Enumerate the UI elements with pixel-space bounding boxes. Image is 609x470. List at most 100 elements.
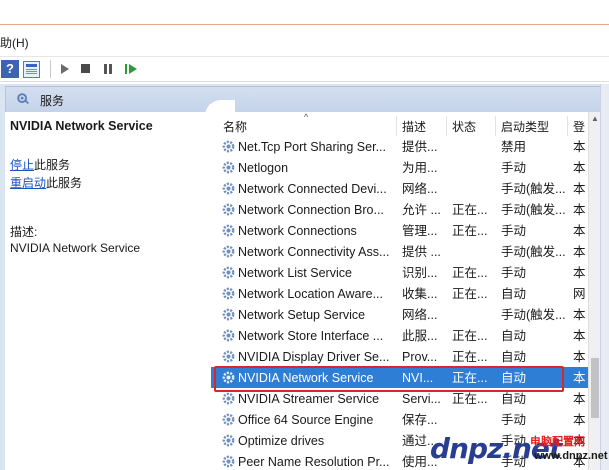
- service-startup-type-cell: 自动: [501, 287, 527, 301]
- service-gear-icon: [222, 182, 235, 195]
- service-row[interactable]: Netlogon 为用... 手动本: [211, 157, 599, 178]
- service-name-cell: Office 64 Source Engine: [238, 413, 374, 427]
- service-gear-icon: [222, 224, 235, 237]
- menu-bar: 助(H): [0, 30, 609, 52]
- column-header-description[interactable]: 描述: [402, 118, 426, 136]
- services-title: 服务: [40, 94, 65, 108]
- column-header-logon[interactable]: 登: [573, 118, 585, 136]
- column-header-startup-type[interactable]: 启动类型: [501, 118, 549, 136]
- services-header: 服务: [5, 86, 607, 114]
- service-row[interactable]: NVIDIA Network Service NVI... 正在... 自动本: [211, 367, 599, 388]
- service-startup-type-cell: 自动: [501, 371, 527, 385]
- service-status-cell: [452, 160, 496, 176]
- service-description-cell: 提供...: [402, 140, 438, 154]
- service-name-cell: Network Connectivity Ass...: [238, 245, 390, 259]
- service-startup-type-cell: 手动: [501, 266, 527, 280]
- stop-action: 停止此服务: [10, 156, 70, 173]
- service-description-cell: 收集...: [402, 287, 438, 301]
- service-name-cell: Netlogon: [238, 161, 289, 175]
- service-gear-icon: [222, 245, 235, 258]
- service-row[interactable]: Network List Service 识别... 正在... 手动本: [211, 262, 599, 283]
- service-status-cell: 正在...: [452, 224, 488, 238]
- service-startup-type-cell: 手动: [501, 413, 527, 427]
- service-status-cell: 正在...: [452, 266, 488, 280]
- column-separator[interactable]: [495, 116, 496, 136]
- restart-service-link[interactable]: 重启动: [10, 176, 46, 190]
- service-gear-icon: [222, 140, 235, 153]
- service-row[interactable]: Network Connectivity Ass... 提供 ... 手动(触发..…: [211, 241, 599, 262]
- service-row[interactable]: Office 64 Source Engine 保存... 手动本: [211, 409, 599, 430]
- service-gear-icon: [222, 371, 235, 384]
- service-row[interactable]: Network Store Interface ... 此服... 正在... 自动本: [211, 325, 599, 346]
- service-startup-type-cell: 禁用: [501, 140, 527, 154]
- service-description-cell: 为用...: [402, 161, 438, 175]
- service-gear-icon: [222, 308, 235, 321]
- question-icon[interactable]: ?: [1, 60, 19, 78]
- service-row[interactable]: NVIDIA Display Driver Se... Prov... 正在... 自…: [211, 346, 599, 367]
- column-separator[interactable]: [396, 116, 397, 136]
- service-row[interactable]: Network Setup Service 网络... 手动(触发... 本: [211, 304, 599, 325]
- service-name-cell: Network Connections: [238, 224, 357, 238]
- service-description-cell: 允许 ...: [402, 203, 441, 217]
- service-gear-icon: [222, 203, 235, 216]
- service-status-cell: 正在...: [452, 329, 488, 343]
- service-status-cell: [452, 307, 496, 323]
- service-name-cell: Network Setup Service: [238, 308, 366, 322]
- restart-icon[interactable]: [122, 60, 140, 78]
- service-gear-icon: [222, 350, 235, 363]
- service-startup-type-cell: 自动: [501, 392, 527, 406]
- service-row[interactable]: Network Connection Bro... 允许 ... 正在... 手动(触…: [211, 199, 599, 220]
- service-description-cell: 网络...: [402, 308, 438, 322]
- service-gear-icon: [222, 266, 235, 279]
- restart-suffix: 此服务: [46, 176, 83, 190]
- column-separator[interactable]: [567, 116, 568, 136]
- service-description-cell: Prov...: [402, 350, 438, 364]
- service-name-cell: Net.Tcp Port Sharing Ser...: [238, 140, 386, 154]
- service-description-cell: 管理...: [402, 224, 438, 238]
- stop-icon[interactable]: [77, 60, 95, 78]
- start-icon[interactable]: [56, 60, 74, 78]
- toolbar: ?: [0, 56, 609, 82]
- service-row[interactable]: Network Connections 管理... 正在... 手动本: [211, 220, 599, 241]
- stop-service-link[interactable]: 停止: [10, 158, 34, 172]
- service-status-cell: 正在...: [452, 350, 488, 364]
- column-header-name[interactable]: 名称: [223, 118, 247, 136]
- service-status-cell: 正在...: [452, 371, 488, 385]
- watermark-subtitle: 电脑配置网: [530, 436, 585, 448]
- menu-help[interactable]: 助(H): [0, 34, 29, 51]
- service-startup-type-cell: 自动: [501, 350, 527, 364]
- service-status-cell: 正在...: [452, 287, 488, 301]
- properties-icon[interactable]: [23, 61, 40, 78]
- column-separator[interactable]: [446, 116, 447, 136]
- outer-window-edge: [600, 84, 609, 470]
- service-row[interactable]: NVIDIA Streamer Service Servi... 正在... 自动本: [211, 388, 599, 409]
- extended-left-pane: NVIDIA Network Service 停止此服务 重启动此服务 描述: …: [5, 112, 211, 470]
- service-gear-icon: [222, 287, 235, 300]
- service-name-cell: NVIDIA Streamer Service: [238, 392, 380, 406]
- service-status-cell: [452, 244, 496, 260]
- services-list-pane: ^ 名称 描述 状态 启动类型 登 Net.Tcp Port Sharing S…: [211, 112, 599, 470]
- scroll-thumb[interactable]: [591, 358, 599, 418]
- service-row[interactable]: Network Location Aware... 收集... 正在... 自动网: [211, 283, 599, 304]
- service-name-cell: Network Connected Devi...: [238, 182, 387, 196]
- service-row[interactable]: Network Connected Devi... 网络... 手动(触发... 本: [211, 178, 599, 199]
- site-watermark: dnpz.net 电脑配置网 www.dnpz.net: [430, 430, 608, 468]
- service-status-cell: [452, 139, 496, 155]
- description-value: NVIDIA Network Service: [10, 241, 141, 255]
- service-description-cell: 此服...: [402, 329, 438, 343]
- service-row[interactable]: Net.Tcp Port Sharing Ser... 提供... 禁用本: [211, 136, 599, 157]
- service-name-cell: Network Store Interface ...: [238, 329, 384, 343]
- service-status-cell: [452, 181, 496, 197]
- service-gear-icon: [222, 413, 235, 426]
- service-startup-type-cell: 手动(触发...: [501, 308, 566, 322]
- restart-action: 重启动此服务: [10, 174, 82, 191]
- service-gear-icon: [222, 434, 235, 447]
- service-name-cell: NVIDIA Display Driver Se...: [238, 350, 390, 364]
- service-name-cell: NVIDIA Network Service: [238, 371, 374, 385]
- service-status-cell: [452, 412, 496, 428]
- column-header-status[interactable]: 状态: [452, 118, 476, 136]
- pause-icon[interactable]: [100, 60, 118, 78]
- service-name-cell: Network Connection Bro...: [238, 203, 384, 217]
- service-gear-icon: [222, 392, 235, 405]
- service-gear-icon: [222, 329, 235, 342]
